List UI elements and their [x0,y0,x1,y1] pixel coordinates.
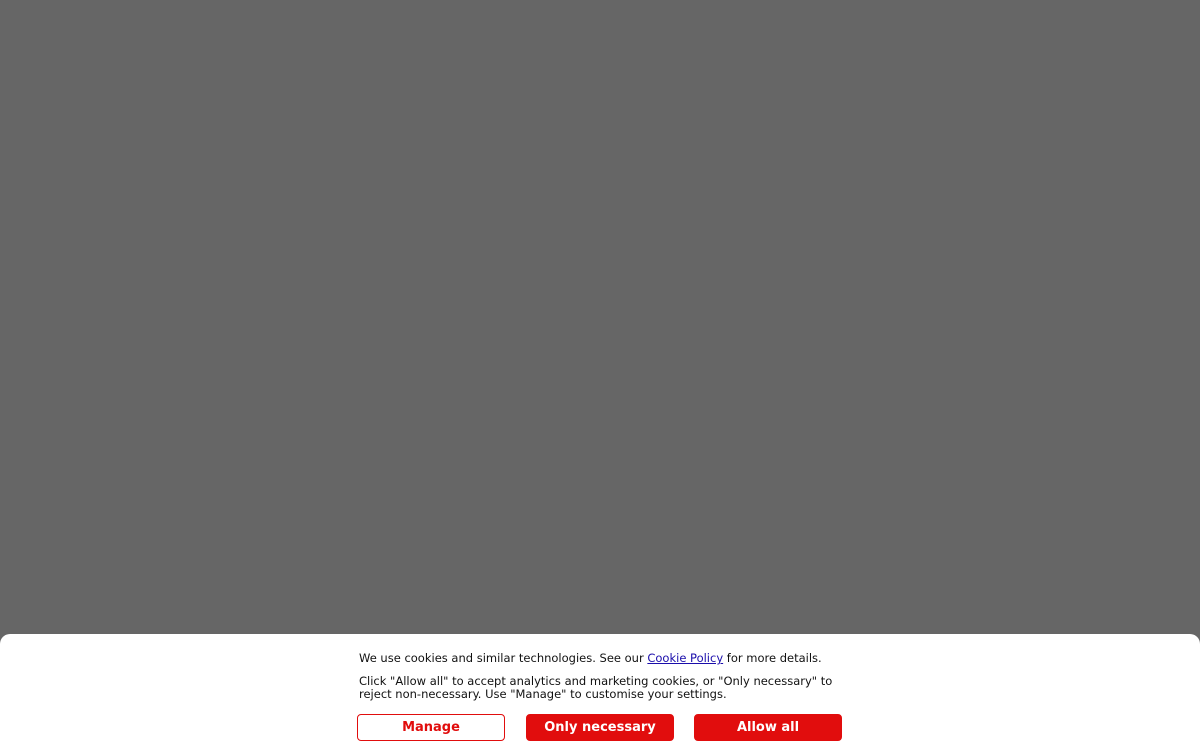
cookie-policy-link[interactable]: Cookie Policy [647,651,723,665]
cookie-consent-banner: We use cookies and similar technologies.… [0,634,1200,750]
allow-all-button[interactable]: Allow all [694,714,842,741]
cookie-banner-text: We use cookies and similar technologies.… [359,652,849,701]
manage-button[interactable]: Manage [357,714,505,741]
cookie-button-row: Manage Only necessary Allow all [357,714,847,742]
cookie-notice-prefix: We use cookies and similar technologies.… [359,651,648,665]
only-necessary-button[interactable]: Only necessary [526,714,674,741]
cookie-notice-suffix: for more details. [723,651,822,665]
cookie-notice-line: We use cookies and similar technologies.… [359,652,849,665]
cookie-instructions: Click "Allow all" to accept analytics an… [359,674,833,701]
